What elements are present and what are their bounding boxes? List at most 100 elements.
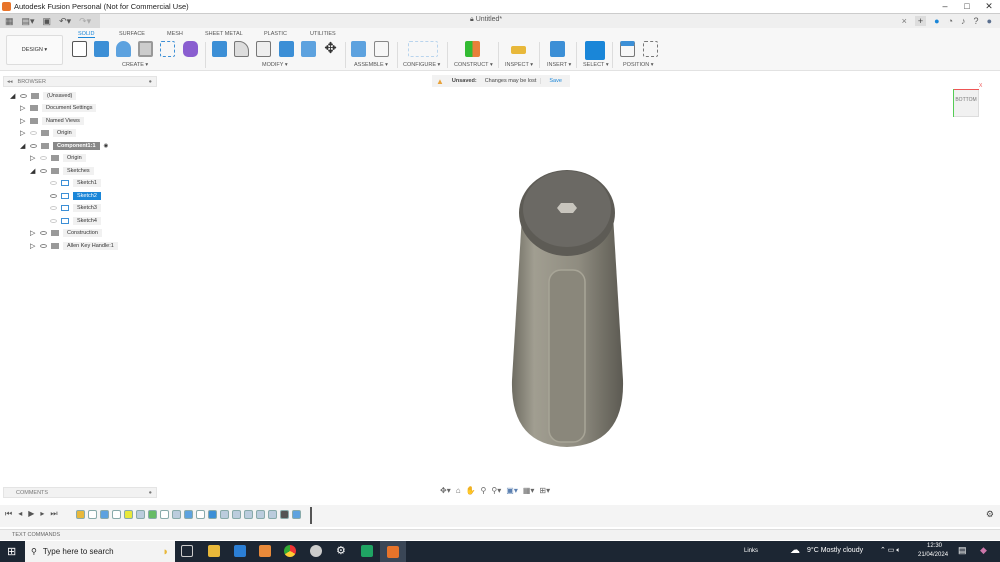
browser-item-sketch2[interactable]: Sketch2 [50,190,101,201]
viewcube-face[interactable]: BOTTOM [953,89,979,117]
save-link[interactable]: Save [540,78,570,84]
step-back-icon[interactable]: ◂ [18,509,22,519]
copilot-icon[interactable]: ◆ [980,545,987,556]
viewcube[interactable]: BOTTOM X [950,83,982,120]
notifications-icon[interactable]: ♪ [961,16,966,26]
play-icon[interactable]: ▶ [28,509,34,519]
visibility-eye-icon[interactable] [40,168,47,173]
assemble-menu[interactable]: ASSEMBLE ▾ [354,62,388,68]
comments-options-icon[interactable]: ● [149,488,152,498]
timeline-feature-icon[interactable] [112,510,121,519]
configure-icon[interactable] [408,41,438,57]
tab-sheet-metal[interactable]: SHEET METAL [205,31,243,37]
expand-arrow-icon[interactable]: ▷ [20,104,26,112]
joint-icon[interactable] [374,41,389,57]
browser-item--unsaved[interactable]: ◢ (Unsaved) [10,90,77,101]
close-tab-button[interactable]: × [902,16,907,26]
insert-image-icon[interactable] [550,41,565,57]
visibility-eye-icon[interactable] [30,131,37,135]
save-icon[interactable]: ▣ [43,16,52,27]
settings-icon[interactable]: ⚙ [336,545,348,557]
workspace-switcher[interactable]: DESIGN ▾ [6,35,63,65]
minimize-button[interactable]: – [934,0,956,13]
visibility-eye-icon[interactable] [40,243,47,248]
timeline-feature-icon[interactable] [220,510,229,519]
links-label[interactable]: Links [744,548,758,554]
browser-item-sketch4[interactable]: Sketch4 [50,215,101,226]
expand-arrow-icon[interactable]: ▷ [20,117,26,125]
notification-center-icon[interactable]: ▤ [958,545,967,556]
collapse-arrow-icon[interactable]: ◢ [10,92,16,100]
tab-mesh[interactable]: MESH [167,31,183,37]
visibility-eye-icon[interactable] [50,218,57,223]
visibility-eye-icon[interactable] [40,156,47,160]
timeline-feature-icon[interactable] [256,510,265,519]
window-close-button[interactable]: ✕ [978,0,1000,13]
browser-item-document-settings[interactable]: ▷ Document Settings [20,103,97,114]
browser-item-origin[interactable]: ▷ Origin [20,128,76,139]
undo-icon[interactable]: ↶▾ [59,16,71,27]
configure-menu[interactable]: CONFIGURE ▾ [403,62,440,68]
create-sketch-icon[interactable] [72,41,87,57]
collapse-arrow-icon[interactable]: ◢ [20,142,26,150]
grid-settings-icon[interactable]: ▦▾ [523,486,535,495]
browser-item-sketch1[interactable]: Sketch1 [50,178,101,189]
redo-icon[interactable]: ↷▾ [79,16,91,27]
task-view-icon[interactable] [181,545,193,557]
go-to-start-icon[interactable]: ⏮ [5,509,12,519]
timeline-feature-icon[interactable] [292,510,301,519]
fusion-taskbar-button[interactable] [380,541,406,562]
insert-menu[interactable]: INSERT ▾ [547,62,571,68]
timeline-settings-icon[interactable]: ⚙ [986,509,994,520]
sheets-icon[interactable] [361,545,373,557]
expand-arrow-icon[interactable]: ▷ [30,154,36,162]
rectangular-pattern-icon[interactable] [160,41,175,57]
collapse-icon[interactable]: ◂◂ [7,79,13,85]
help-icon[interactable]: ? [974,16,979,26]
step-forward-icon[interactable]: ▸ [40,509,44,519]
align-icon[interactable] [620,41,635,57]
select-icon[interactable] [585,41,605,60]
allen-key-handle-model[interactable] [505,165,635,450]
new-tab-icon[interactable]: + [914,15,927,26]
comments-panel[interactable]: COMMENTS ● [3,487,157,498]
create-menu[interactable]: CREATE ▾ [122,62,148,68]
browser-item-construction[interactable]: ▷ Construction [30,228,102,239]
expand-arrow-icon[interactable]: ▷ [30,242,36,250]
revolve-icon[interactable] [116,41,131,57]
visibility-eye-icon[interactable] [50,206,57,210]
inspect-menu[interactable]: INSPECT ▾ [505,62,533,68]
new-component-icon[interactable] [351,41,366,57]
capture-position-icon[interactable] [643,41,658,57]
app-icon[interactable] [310,545,322,557]
clock-date[interactable]: 21/04/2024 [918,552,948,558]
extrude-icon[interactable] [94,41,109,57]
extensions-icon[interactable]: ● [934,16,939,26]
mail-icon[interactable] [234,545,246,557]
timeline-feature-icon[interactable] [136,510,145,519]
display-settings-icon[interactable]: ▣▾ [506,486,518,495]
expand-arrow-icon[interactable]: ▷ [30,229,36,237]
move-icon[interactable]: ✥ [323,41,338,57]
modify-menu[interactable]: MODIFY ▾ [262,62,288,68]
panel-options-icon[interactable]: ● [149,79,152,85]
chrome-icon[interactable] [284,545,296,557]
file-menu-icon[interactable]: ▤▾ [22,16,35,27]
measure-icon[interactable] [511,46,526,54]
orbit-icon[interactable]: ✥▾ [440,486,451,495]
construct-menu[interactable]: CONSTRUCT ▾ [454,62,493,68]
look-at-icon[interactable]: ⌂ [456,486,461,495]
shell-icon[interactable] [256,41,271,57]
go-to-end-icon[interactable]: ⏭ [50,509,57,519]
weather-text[interactable]: 9°C Mostly cloudy [807,547,863,554]
pan-icon[interactable]: ✋ [466,486,476,495]
timeline-feature-icon[interactable] [208,510,217,519]
activate-radio-icon[interactable]: ◉ [104,143,109,149]
split-body-icon[interactable] [301,41,316,57]
browser-panel-header[interactable]: ◂◂ BROWSER ● [3,76,157,87]
timeline-feature-icon[interactable] [172,510,181,519]
tab-solid[interactable]: SOLID [78,31,95,38]
timeline-feature-icon[interactable] [280,510,289,519]
tray-icons[interactable]: ⌃ ▭ 🔈︎ [880,546,901,555]
create-form-icon[interactable] [183,41,198,57]
